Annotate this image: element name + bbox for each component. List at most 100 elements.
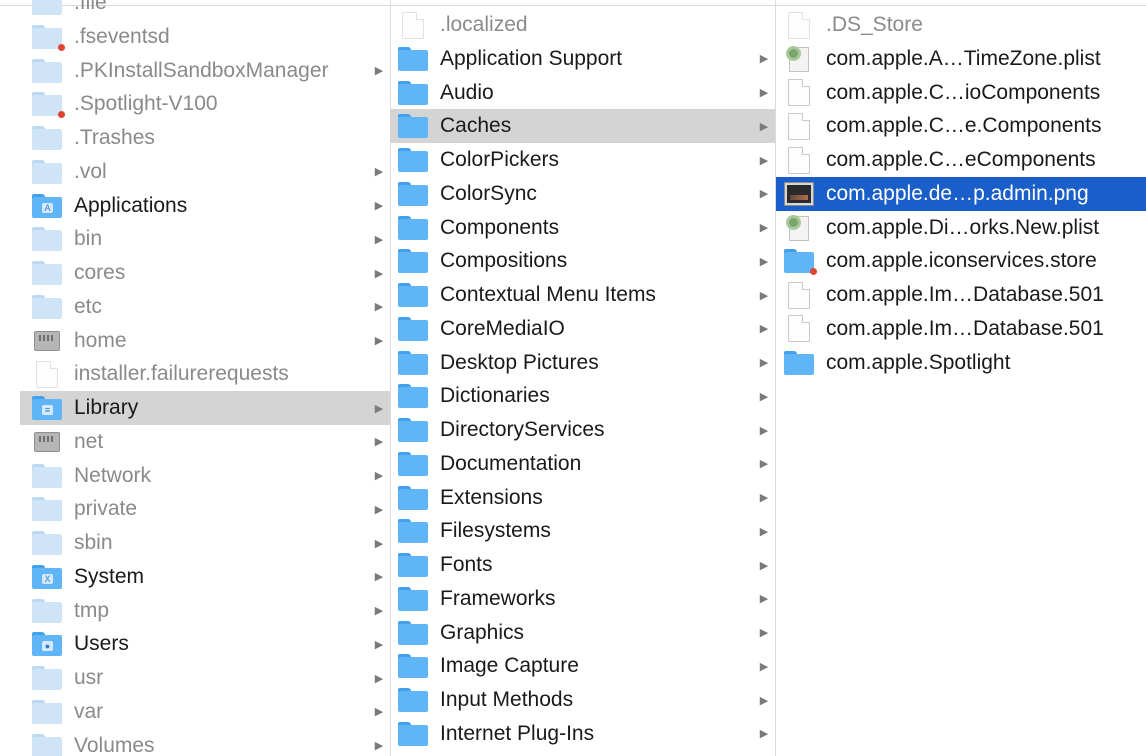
column-row[interactable]: DirectoryServices ▶: [390, 413, 775, 447]
column-row[interactable]: com.apple.A…TimeZone.plist: [776, 42, 1146, 76]
column-row[interactable]: Documentation ▶: [390, 447, 775, 481]
column-row[interactable]: Extensions ▶: [390, 481, 775, 515]
column-row[interactable]: ColorSync ▶: [390, 177, 775, 211]
folder-icon: [398, 350, 428, 376]
column-row[interactable]: com.apple.de…p.admin.png: [776, 176, 1146, 211]
item-label: com.apple.C…ioComponents: [826, 80, 1101, 104]
column-library[interactable]: .localized Application Support ▶ Audio ▶ Cach…: [390, 0, 775, 756]
users-folder-icon: ●: [32, 631, 62, 657]
column-row[interactable]: Internet Plug-Ins ▶: [390, 717, 775, 751]
folder-icon: [398, 147, 428, 173]
folder-icon: [398, 417, 428, 443]
column-row[interactable]: Compositions ▶: [390, 244, 775, 278]
disclosure-arrow-icon: ▶: [759, 694, 769, 707]
column-row[interactable]: A Applications ▶: [20, 189, 390, 223]
item-label: Volumes: [74, 733, 155, 756]
column-row[interactable]: Audio ▶: [390, 76, 775, 110]
column-row[interactable]: Image Capture ▶: [390, 649, 775, 683]
disclosure-arrow-icon: ▶: [374, 740, 384, 752]
column-row[interactable]: .PKInstallSandboxManager ▶: [20, 54, 390, 88]
column-row[interactable]: Filesystems ▶: [390, 514, 775, 548]
folder-icon: [398, 451, 428, 477]
plist-icon: [784, 45, 814, 72]
disclosure-arrow-icon: ▶: [374, 571, 384, 584]
column-row[interactable]: sbin ▶: [20, 526, 390, 560]
column-row[interactable]: .Trashes: [20, 121, 390, 155]
item-label: .DS_Store: [826, 13, 923, 36]
document-icon: [784, 112, 814, 140]
document-icon: [784, 315, 814, 343]
folder-icon: [32, 665, 62, 691]
column-row[interactable]: usr ▶: [20, 661, 390, 695]
item-label: .localized: [440, 13, 528, 36]
column-row[interactable]: net ▶: [20, 425, 390, 459]
column-row[interactable]: cores ▶: [20, 256, 390, 290]
disclosure-arrow-icon: ▶: [374, 233, 384, 246]
disclosure-arrow-icon: ▶: [374, 537, 384, 550]
column-row[interactable]: .vol ▶: [20, 155, 390, 189]
folder-icon: [398, 620, 428, 646]
column-row[interactable]: Dictionaries ▶: [390, 379, 775, 413]
item-label: System: [74, 564, 145, 588]
item-label: com.apple.de…p.admin.png: [826, 181, 1089, 205]
column-row[interactable]: ≡ Library ▶: [20, 391, 390, 425]
column-row[interactable]: Components ▶: [390, 211, 775, 245]
column-row[interactable]: Desktop Pictures ▶: [390, 346, 775, 380]
column-row[interactable]: .DS_Store: [776, 8, 1146, 42]
column-row[interactable]: etc ▶: [20, 290, 390, 324]
column-row[interactable]: Input Methods ▶: [390, 683, 775, 717]
column-row[interactable]: .file: [20, 0, 390, 20]
column-row[interactable]: .Spotlight-V100: [20, 87, 390, 121]
folder-icon: [784, 350, 814, 376]
column-row[interactable]: bin ▶: [20, 222, 390, 256]
column-row[interactable]: Frameworks ▶: [390, 582, 775, 616]
column-row[interactable]: Contextual Menu Items ▶: [390, 278, 775, 312]
disclosure-arrow-icon: ▶: [759, 120, 769, 133]
column-row[interactable]: .fseventsd: [20, 20, 390, 54]
column-row[interactable]: com.apple.Im…Database.501: [776, 312, 1146, 346]
column-row[interactable]: com.apple.C…eComponents: [776, 143, 1146, 177]
item-label: installer.failurerequests: [74, 362, 289, 386]
folder-icon: [398, 586, 428, 612]
column-row[interactable]: Fonts ▶: [390, 548, 775, 582]
column-row[interactable]: tmp ▶: [20, 594, 390, 628]
column-row[interactable]: Volumes ▶: [20, 729, 390, 756]
item-label: sbin: [74, 531, 113, 554]
column-row[interactable]: home ▶: [20, 324, 390, 358]
item-label: Desktop Pictures: [440, 350, 599, 374]
column-row[interactable]: com.apple.iconservices.store: [776, 244, 1146, 278]
column-row[interactable]: installer.failurerequests: [20, 357, 390, 391]
column-row[interactable]: com.apple.C…ioComponents: [776, 76, 1146, 110]
column-row[interactable]: com.apple.Di…orks.New.plist: [776, 211, 1146, 245]
column-row[interactable]: ColorPickers ▶: [390, 143, 775, 177]
item-label: .fseventsd: [74, 24, 170, 48]
column-row[interactable]: Application Support ▶: [390, 42, 775, 76]
column-root[interactable]: .file .fseventsd .PKInstallSandboxManager ▶…: [20, 0, 390, 756]
item-label: com.apple.A…TimeZone.plist: [826, 46, 1101, 70]
folder-icon: [32, 699, 62, 725]
column-row[interactable]: Graphics ▶: [390, 616, 775, 650]
column-row[interactable]: ● Users ▶: [20, 627, 390, 661]
column-row[interactable]: com.apple.Spotlight: [776, 346, 1146, 380]
system-folder-icon: X: [32, 564, 62, 590]
column-row[interactable]: CoreMediaIO ▶: [390, 312, 775, 346]
disclosure-arrow-icon: ▶: [374, 672, 384, 685]
item-label: cores: [74, 261, 126, 284]
folder-icon: [32, 260, 62, 286]
item-label: .Spotlight-V100: [74, 92, 218, 116]
column-row[interactable]: Network ▶: [20, 459, 390, 493]
column-row[interactable]: com.apple.Im…Database.501: [776, 278, 1146, 312]
column-row[interactable]: var ▶: [20, 695, 390, 729]
column-caches[interactable]: .DS_Store com.apple.A…TimeZone.plist com.a…: [776, 0, 1146, 756]
column-row[interactable]: .localized: [390, 8, 775, 42]
disclosure-arrow-icon: ▶: [374, 402, 384, 415]
column-row[interactable]: X System ▶: [20, 560, 390, 594]
item-label: com.apple.iconservices.store: [826, 249, 1097, 273]
disclosure-arrow-icon: ▶: [374, 166, 384, 179]
disclosure-arrow-icon: ▶: [759, 728, 769, 741]
column-row[interactable]: Caches ▶: [390, 109, 775, 144]
disclosure-arrow-icon: ▶: [759, 424, 769, 437]
column-row[interactable]: com.apple.C…e.Components: [776, 109, 1146, 143]
column-row[interactable]: private ▶: [20, 492, 390, 526]
folder-icon: [398, 653, 428, 679]
